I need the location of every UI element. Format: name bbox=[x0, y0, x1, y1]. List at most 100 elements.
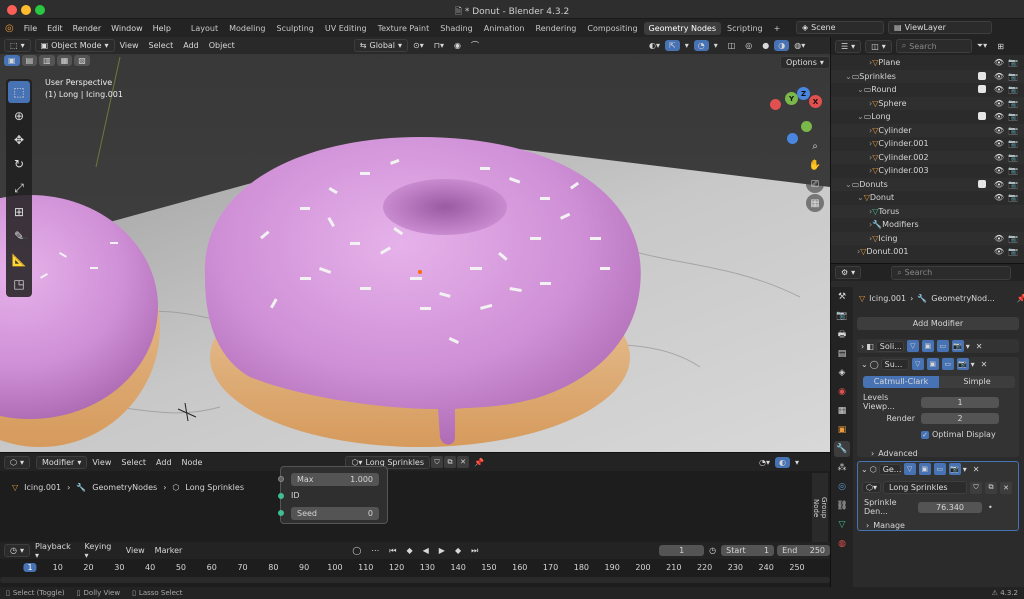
outliner-item[interactable]: ⌄ ▭ Long 👁 📷 bbox=[831, 110, 1024, 124]
camera-icon[interactable]: 📷 bbox=[1008, 247, 1018, 256]
tab-rendering[interactable]: Rendering bbox=[531, 22, 582, 35]
remove-modifier-icon[interactable]: ✕ bbox=[981, 360, 988, 369]
edit-mode-icon[interactable]: ▽ bbox=[911, 358, 924, 370]
viewport-menu-select[interactable]: Select bbox=[144, 41, 179, 50]
view-layer-tab-icon[interactable]: ▤ bbox=[834, 346, 850, 362]
select-subtract-icon[interactable]: ▥ bbox=[39, 55, 55, 66]
eye-icon[interactable]: 👁 bbox=[994, 234, 1004, 243]
sidebar-tab-node[interactable]: Node bbox=[812, 473, 820, 543]
mode-selector[interactable]: ▣ Object Mode ▾ bbox=[34, 39, 115, 52]
eye-icon[interactable]: 👁 bbox=[994, 166, 1004, 175]
breadcrumb-modifier[interactable]: GeometryNodes bbox=[92, 483, 157, 492]
expand-chevron-icon[interactable]: ⌄ bbox=[857, 85, 864, 94]
camera-icon[interactable]: 📷 bbox=[1008, 112, 1018, 121]
outliner-item[interactable]: ⌄ ▽ Donut 👁 📷 bbox=[831, 191, 1024, 205]
eye-icon[interactable]: 👁 bbox=[994, 247, 1004, 256]
node-editor-type-selector[interactable]: ⬡ ▾ bbox=[4, 455, 30, 469]
exclude-checkbox[interactable] bbox=[977, 85, 986, 94]
camera-icon[interactable]: 📷 bbox=[1008, 126, 1018, 135]
render-icon[interactable]: 📷 bbox=[956, 358, 969, 370]
shading-material-icon[interactable]: ◑ bbox=[774, 40, 790, 51]
outliner-item[interactable]: ⌄ ▭ Round 👁 📷 bbox=[831, 83, 1024, 97]
subsurf-name-field[interactable]: Su... bbox=[880, 358, 909, 370]
dropdown-chevron-icon[interactable]: ▾ bbox=[963, 465, 967, 474]
manage-subpanel[interactable]: › Manage bbox=[866, 521, 1018, 530]
modifier-tab-icon[interactable]: 🔧 bbox=[834, 441, 850, 457]
tab-uv-editing[interactable]: UV Editing bbox=[320, 22, 372, 35]
sprinkle-density-field[interactable]: 76.340 bbox=[918, 501, 982, 513]
advanced-subpanel[interactable]: › Advanced bbox=[871, 449, 1019, 458]
timeline-menu-marker[interactable]: Marker bbox=[150, 546, 188, 555]
eye-icon[interactable]: 👁 bbox=[994, 193, 1004, 202]
proportional-editing-icon[interactable]: ◉ bbox=[449, 41, 466, 50]
max-field[interactable]: Max 1.000 bbox=[291, 473, 379, 486]
current-frame-field[interactable]: 1 bbox=[659, 545, 705, 556]
output-tab-icon[interactable]: 🖶 bbox=[834, 327, 850, 343]
optimal-display-checkbox[interactable]: ✓ bbox=[921, 430, 929, 439]
node-menu-node[interactable]: Node bbox=[177, 458, 208, 467]
tab-texture-paint[interactable]: Texture Paint bbox=[373, 22, 435, 35]
scene-selector[interactable]: ◈ Scene bbox=[796, 21, 884, 34]
properties-pin-icon[interactable]: 📌 bbox=[1017, 294, 1024, 303]
cage-icon[interactable]: ▣ bbox=[918, 463, 931, 475]
scene-tab-icon[interactable]: ◈ bbox=[834, 365, 850, 381]
gizmo-neg-y[interactable] bbox=[801, 121, 812, 132]
eye-icon[interactable]: 👁 bbox=[994, 85, 1004, 94]
node-menu-select[interactable]: Select bbox=[116, 458, 151, 467]
breadcrumb-object[interactable]: Icing.001 bbox=[24, 483, 61, 492]
outliner-item[interactable]: ⌄ ▭ Donuts 👁 📷 bbox=[831, 177, 1024, 191]
dropdown-chevron-icon[interactable]: ▾ bbox=[971, 360, 975, 369]
material-tab-icon[interactable]: ◍ bbox=[834, 536, 850, 552]
tab-shading[interactable]: Shading bbox=[435, 22, 478, 35]
eye-icon[interactable]: 👁 bbox=[994, 58, 1004, 67]
annotate-icon[interactable]: ✎ bbox=[8, 225, 30, 247]
solidify-name-field[interactable]: Soli... bbox=[875, 340, 904, 352]
expand-chevron-icon[interactable]: ⌄ bbox=[857, 112, 864, 121]
expand-chevron-icon[interactable]: › bbox=[861, 342, 864, 351]
duplicate-icon[interactable]: ⧉ bbox=[985, 481, 997, 494]
end-frame-field[interactable]: End 250 bbox=[777, 545, 831, 556]
overlays-options-icon[interactable]: ▾ bbox=[709, 41, 723, 50]
eye-icon[interactable]: 👁 bbox=[994, 99, 1004, 108]
realtime-icon[interactable]: ▭ bbox=[933, 463, 946, 475]
select-intersect-icon[interactable]: ▧ bbox=[74, 55, 90, 66]
render-icon[interactable]: 📷 bbox=[948, 463, 961, 475]
auto-key-icon[interactable]: ⋯ bbox=[366, 546, 384, 555]
record-icon[interactable]: ◯ bbox=[347, 546, 366, 555]
outliner-item[interactable]: › ▽ Sphere 👁 📷 bbox=[831, 96, 1024, 110]
random-value-node[interactable]: Max 1.000 ID Seed 0 bbox=[278, 466, 388, 524]
camera-icon[interactable]: 📷 bbox=[1008, 72, 1018, 81]
use-preview-range-icon[interactable]: ◷ bbox=[704, 546, 721, 555]
pin-icon[interactable]: 📌 bbox=[469, 458, 489, 467]
tab-geometry-nodes[interactable]: Geometry Nodes bbox=[643, 21, 722, 35]
viewport-menu-add[interactable]: Add bbox=[178, 41, 204, 50]
outliner-search[interactable]: ⌕ Search bbox=[895, 39, 972, 53]
node-group-browse[interactable]: ⬡▾ bbox=[862, 482, 881, 493]
expand-chevron-icon[interactable]: ⌄ bbox=[845, 180, 852, 189]
timeline-ruler[interactable]: 1 10 20 30 40 50 60 70 80 90 100 110 120 130 140 150 160… bbox=[0, 561, 830, 575]
viewlayer-selector[interactable]: ▤ ViewLayer bbox=[888, 21, 992, 34]
outliner-tree[interactable]: › ▽ Plane 👁 📷 ⌄ ▭ Sprinkles 👁 📷 ⌄ ▭ Round 👁 📷 › ▽… bbox=[831, 55, 1024, 263]
expand-chevron-icon[interactable]: ⌄ bbox=[845, 72, 852, 81]
edit-mode-icon[interactable]: ▽ bbox=[906, 340, 919, 352]
outliner-editor-selector[interactable]: ☰ ▾ bbox=[835, 39, 862, 53]
next-keyframe-icon[interactable]: ◆ bbox=[450, 546, 466, 555]
perspective-toggle-icon[interactable]: ▦ bbox=[806, 194, 824, 212]
eye-icon[interactable]: 👁 bbox=[994, 139, 1004, 148]
visibility-icon[interactable]: ◐▾ bbox=[644, 41, 665, 50]
shading-solid-icon[interactable]: ● bbox=[757, 41, 774, 50]
render-icon[interactable]: 📷 bbox=[951, 340, 964, 352]
solidify-modifier-header[interactable]: › ◧ Soli... ▽ ▣ ▭ 📷 ▾ ✕ bbox=[857, 339, 1019, 353]
outliner-item[interactable]: › ▽ Cylinder 👁 📷 bbox=[831, 123, 1024, 137]
node-menu-view[interactable]: View bbox=[87, 458, 116, 467]
camera-view-icon[interactable]: ⎚ bbox=[806, 175, 824, 193]
tab-sculpting[interactable]: Sculpting bbox=[272, 22, 319, 35]
geonodes-name-field[interactable]: Ge... bbox=[878, 463, 901, 475]
object-tab-icon[interactable]: ▣ bbox=[834, 422, 850, 438]
timeline-menu-playback[interactable]: Playback ▾ bbox=[30, 542, 79, 560]
fake-user-icon[interactable]: ⛉ bbox=[970, 481, 982, 494]
pan-hand-icon[interactable]: ✋ bbox=[806, 156, 824, 174]
remove-modifier-icon[interactable]: ✕ bbox=[976, 342, 983, 351]
new-collection-icon[interactable]: ⊞ bbox=[992, 42, 1009, 51]
scale-icon[interactable]: ⤢ bbox=[8, 177, 30, 199]
